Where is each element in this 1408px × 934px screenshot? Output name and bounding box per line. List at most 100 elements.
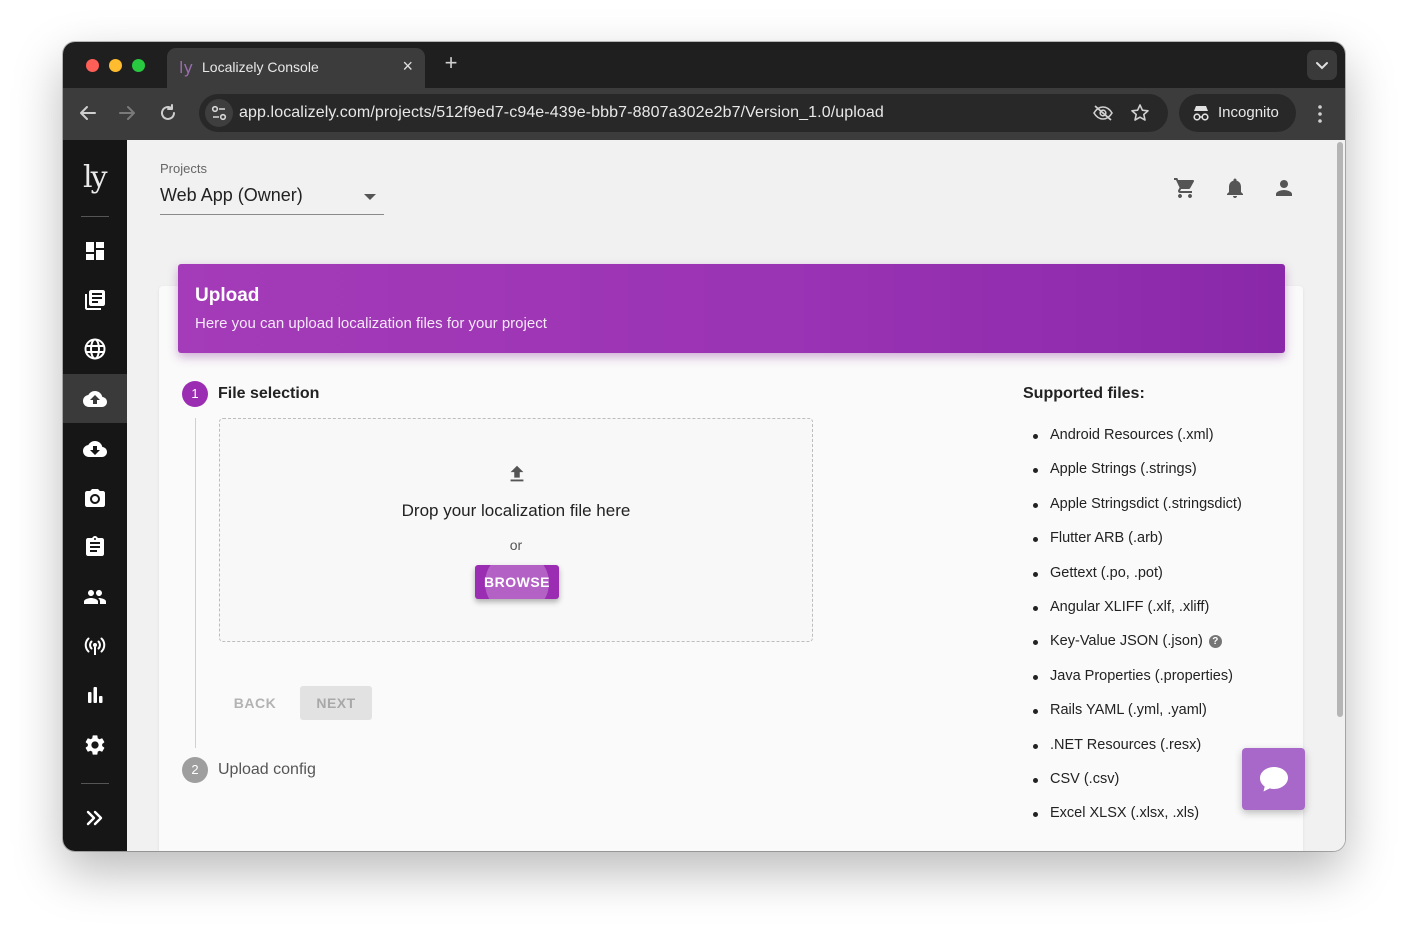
eye-off-icon[interactable]	[1092, 103, 1114, 123]
upload-subtitle: Here you can upload localization files f…	[195, 315, 547, 332]
sidebar-item-download[interactable]	[63, 424, 127, 473]
more-vert-icon[interactable]	[1309, 103, 1331, 125]
sidebar-item-reports[interactable]	[63, 670, 127, 719]
broadcast-icon	[84, 637, 106, 655]
browser-tab[interactable]: ly Localizely Console ×	[167, 48, 425, 88]
sidebar-divider	[81, 216, 109, 217]
list-item-label: CSV (.csv)	[1050, 770, 1120, 787]
sidebar-item-upload[interactable]	[63, 374, 127, 423]
incognito-icon	[1193, 106, 1209, 121]
sidebar-item-dashboard[interactable]	[63, 226, 127, 275]
account-icon[interactable]	[1272, 176, 1296, 200]
reload-icon[interactable]	[157, 102, 179, 124]
list-item-label: Excel XLSX (.xlsx, .xls)	[1050, 805, 1200, 822]
sidebar-divider-bottom	[81, 783, 109, 784]
incognito-indicator[interactable]: Incognito	[1179, 94, 1296, 132]
scrollbar-thumb[interactable]	[1337, 142, 1343, 717]
list-item: CSV (.csv)	[1033, 771, 1242, 805]
browse-label: BROWSE	[484, 574, 550, 590]
incognito-label: Incognito	[1218, 104, 1279, 121]
cloud-download-icon	[83, 441, 107, 457]
close-window-button[interactable]	[86, 59, 99, 72]
tune-icon	[211, 105, 227, 121]
list-item: Key-Value JSON (.json)?	[1033, 633, 1242, 667]
list-item-label: Apple Strings (.strings)	[1050, 461, 1197, 478]
sidebar-item-settings[interactable]	[63, 720, 127, 769]
step-2-label[interactable]: Upload config	[218, 761, 316, 779]
new-tab-button[interactable]: +	[439, 50, 463, 76]
list-item: Java Properties (.properties)	[1033, 668, 1242, 702]
list-item-label: .NET Resources (.resx)	[1050, 736, 1202, 753]
library-books-icon	[85, 290, 105, 310]
projects-label: Projects	[160, 161, 207, 176]
localizely-logo[interactable]: ly	[83, 160, 108, 195]
sidebar-item-languages[interactable]	[63, 324, 127, 373]
camera-icon	[85, 489, 105, 507]
assignment-icon	[86, 536, 104, 556]
sidebar-item-tasks[interactable]	[63, 522, 127, 571]
list-item: Flutter ARB (.arb)	[1033, 530, 1242, 564]
site-info-button[interactable]	[205, 99, 233, 127]
list-item-label: Rails YAML (.yml, .yaml)	[1050, 702, 1207, 719]
expand-sidebar-button[interactable]	[63, 793, 127, 842]
expand-sidebar-icon	[86, 810, 103, 826]
project-select-value: Web App (Owner)	[160, 185, 303, 205]
close-tab-icon[interactable]: ×	[402, 56, 413, 77]
step-1-badge: 1	[182, 381, 208, 407]
tab-strip: ly Localizely Console × +	[63, 42, 1345, 88]
list-item: Excel XLSX (.xlsx, .xls)	[1033, 805, 1242, 839]
chevron-down-icon	[1316, 62, 1328, 70]
sidebar-item-team[interactable]	[63, 572, 127, 621]
tab-search-button[interactable]	[1307, 50, 1337, 80]
list-item-label: Apple Stringsdict (.stringsdict)	[1050, 495, 1242, 512]
url-text: app.localizely.com/projects/512f9ed7-c94…	[239, 104, 884, 121]
minimize-window-button[interactable]	[109, 59, 122, 72]
dashboard-icon	[86, 242, 104, 260]
project-select[interactable]: Web App (Owner)	[160, 184, 384, 215]
list-item: Apple Strings (.strings)	[1033, 461, 1242, 495]
step-1-label: File selection	[218, 385, 320, 402]
cart-icon[interactable]	[1173, 176, 1197, 200]
browser-toolbar: app.localizely.com/projects/512f9ed7-c94…	[63, 88, 1345, 140]
cloud-upload-icon	[83, 391, 107, 407]
drop-instructions: Drop your localization file here	[401, 501, 631, 520]
or-separator: or	[509, 537, 523, 553]
people-icon	[84, 590, 106, 604]
upload-title: Upload	[195, 285, 260, 306]
step-2-badge: 2	[182, 757, 208, 783]
chat-button[interactable]	[1242, 748, 1305, 810]
bookmark-star-icon[interactable]	[1130, 103, 1150, 123]
file-dropzone[interactable]: Drop your localization file here or BROW…	[219, 418, 813, 642]
list-item-label: Java Properties (.properties)	[1050, 667, 1233, 684]
bell-icon[interactable]	[1223, 176, 1247, 200]
sidebar-item-screenshots[interactable]	[63, 473, 127, 522]
list-item-label: Angular XLIFF (.xlf, .xliff)	[1050, 598, 1210, 615]
caret-down-icon	[364, 194, 376, 200]
globe-icon	[84, 338, 106, 360]
address-bar[interactable]: app.localizely.com/projects/512f9ed7-c94…	[199, 94, 1168, 132]
list-item: Apple Stringsdict (.stringsdict)	[1033, 496, 1242, 530]
maximize-window-button[interactable]	[132, 59, 145, 72]
list-item-label: Android Resources (.xml)	[1050, 427, 1214, 443]
back-arrow-icon[interactable]	[77, 102, 99, 124]
help-icon[interactable]: ?	[1208, 635, 1222, 649]
upload-icon	[510, 465, 524, 482]
page-scrollbar[interactable]	[1335, 140, 1345, 851]
list-item: Angular XLIFF (.xlf, .xliff)	[1033, 599, 1242, 633]
settings-icon	[85, 735, 105, 755]
upload-banner: Upload Here you can upload localization …	[178, 264, 1285, 353]
stepper-connector	[195, 418, 196, 748]
app-content: ly Projects Web App (Owner) Upload Here …	[63, 140, 1345, 851]
back-button[interactable]: BACK	[223, 686, 287, 720]
favicon-icon: ly	[179, 58, 193, 77]
list-item-label: Gettext (.po, .pot)	[1050, 564, 1163, 581]
next-button[interactable]: NEXT	[300, 686, 372, 720]
supported-files-list: Android Resources (.xml) Apple Strings (…	[1033, 427, 1242, 840]
tab-title: Localizely Console	[202, 59, 319, 75]
supported-files-title: Supported files:	[1023, 385, 1145, 402]
list-item-label: Flutter ARB (.arb)	[1050, 530, 1163, 547]
sidebar-item-integrations[interactable]	[63, 621, 127, 670]
sidebar-item-library[interactable]	[63, 275, 127, 324]
forward-arrow-icon[interactable]	[116, 102, 138, 124]
browse-button[interactable]: BROWSE	[475, 565, 559, 599]
